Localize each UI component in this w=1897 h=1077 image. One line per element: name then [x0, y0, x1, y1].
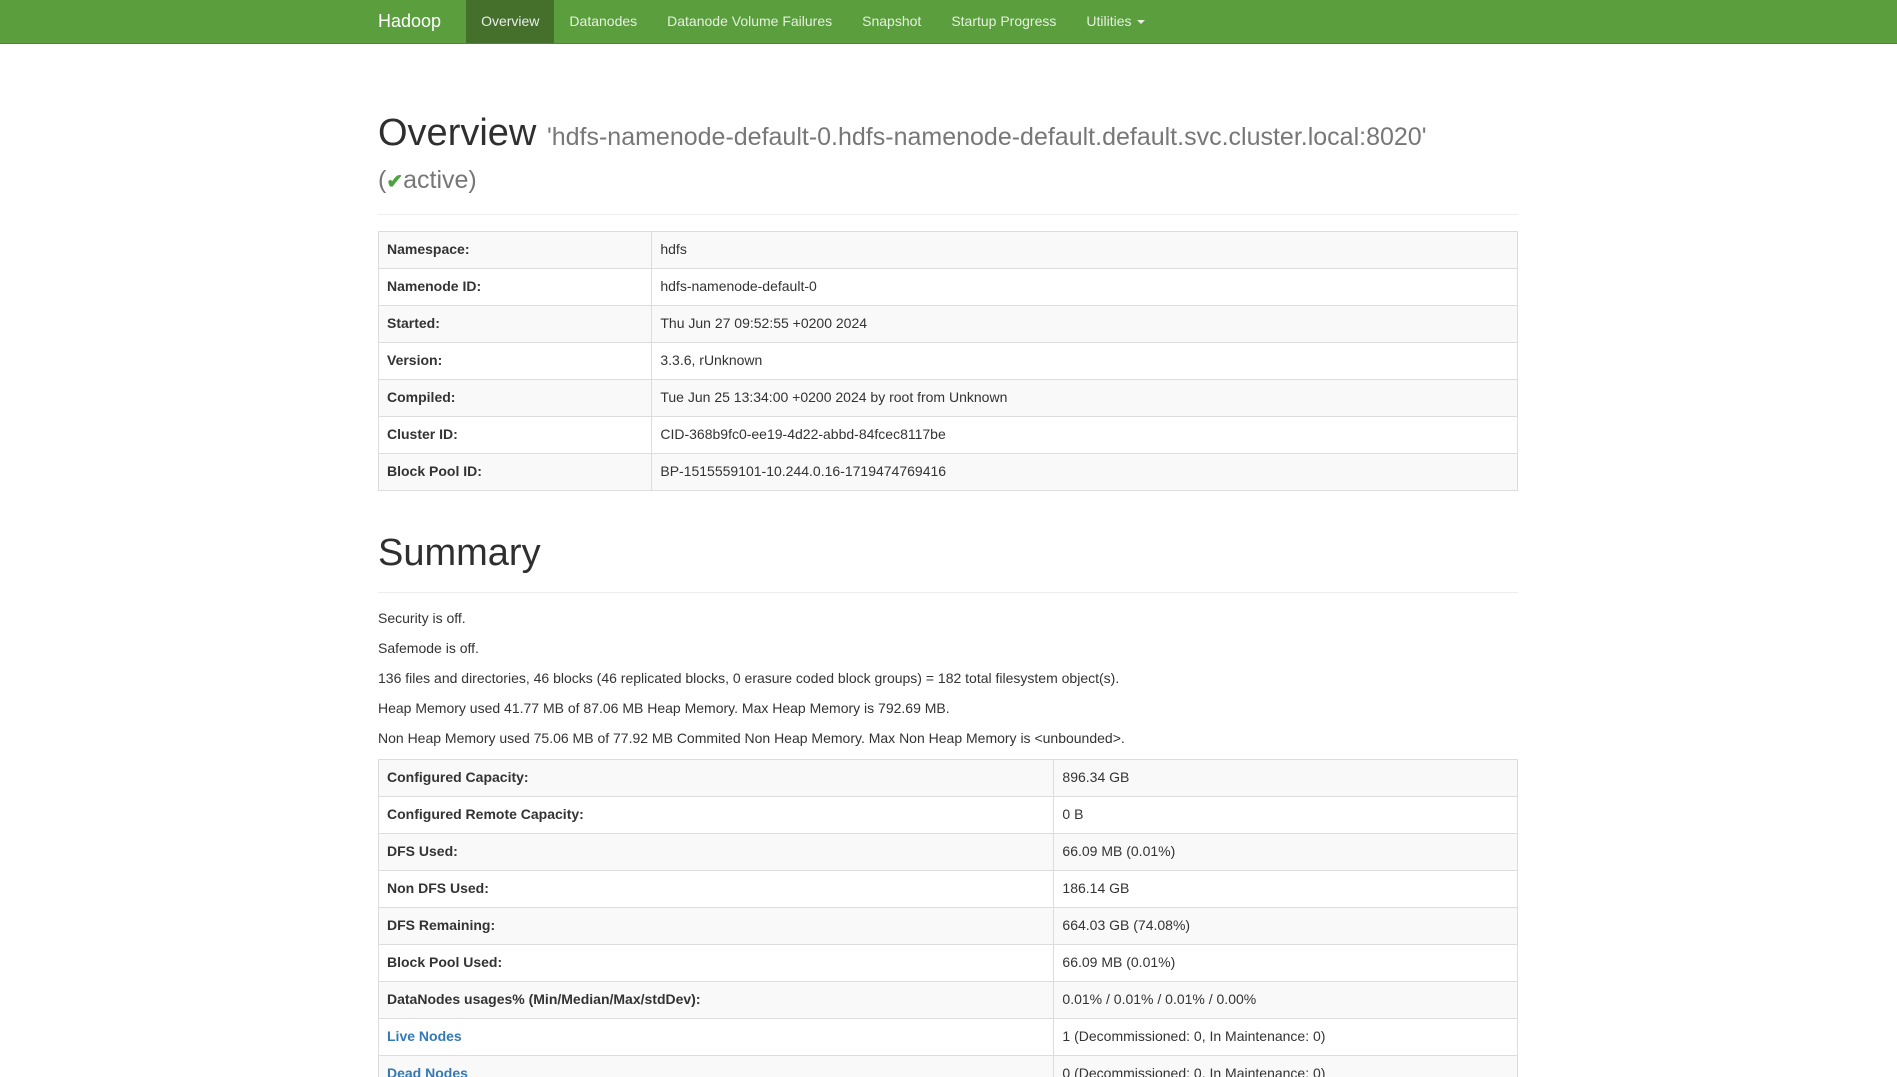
nav-item-datanodes: Datanodes [554, 0, 652, 43]
table-row: DFS Used:66.09 MB (0.01%) [379, 834, 1518, 871]
nav-link-datanodes[interactable]: Datanodes [554, 0, 652, 43]
nav-item-overview: Overview [466, 0, 554, 43]
table-row: Namenode ID:hdfs-namenode-default-0 [379, 268, 1518, 305]
paren-close: ) [468, 166, 476, 194]
row-value: Thu Jun 27 09:52:55 +0200 2024 [652, 305, 1518, 342]
row-value: 0 B [1054, 797, 1518, 834]
page-title-text: Overview [378, 112, 536, 154]
nav-item-utilities: Utilities [1071, 0, 1159, 43]
row-label: Version: [379, 342, 652, 379]
table-row: Configured Remote Capacity:0 B [379, 797, 1518, 834]
summary-paragraphs: Security is off. Safemode is off. 136 file… [378, 609, 1518, 749]
row-label: DataNodes usages% (Min/Median/Max/stdDev… [379, 982, 1054, 1019]
summary-paragraph: 136 files and directories, 46 blocks (46… [378, 669, 1518, 689]
nav-list: OverviewDatanodesDatanode Volume Failure… [466, 0, 1159, 43]
namenode-address: 'hdfs-namenode-default-0.hdfs-namenode-d… [547, 123, 1427, 151]
table-row: Started:Thu Jun 27 09:52:55 +0200 2024 [379, 305, 1518, 342]
row-label: Dead Nodes [379, 1056, 1054, 1077]
check-icon: ✔ [386, 171, 403, 193]
row-value: 66.09 MB (0.01%) [1054, 945, 1518, 982]
table-row: Block Pool ID:BP-1515559101-10.244.0.16-… [379, 453, 1518, 490]
row-label: Live Nodes [379, 1019, 1054, 1056]
row-label: Cluster ID: [379, 416, 652, 453]
row-label: Namenode ID: [379, 268, 652, 305]
nav-link-utilities[interactable]: Utilities [1071, 0, 1159, 43]
table-row: DataNodes usages% (Min/Median/Max/stdDev… [379, 982, 1518, 1019]
table-row: Dead Nodes 0 (Decommissioned: 0, In Maint… [379, 1056, 1518, 1077]
nav-link-datanode-volume-failures[interactable]: Datanode Volume Failures [652, 0, 847, 43]
navbar-container: Hadoop OverviewDatanodesDatanode Volume … [363, 0, 1533, 43]
namenode-status: (✔active) [378, 165, 1518, 196]
summary-paragraph: Non Heap Memory used 75.06 MB of 77.92 M… [378, 729, 1518, 749]
row-value: 186.14 GB [1054, 871, 1518, 908]
row-label: Compiled: [379, 379, 652, 416]
summary-header: Summary [378, 532, 1518, 594]
live-nodes-link[interactable]: Live Nodes [387, 1028, 462, 1044]
table-row: Block Pool Used:66.09 MB (0.01%) [379, 945, 1518, 982]
row-label: Block Pool Used: [379, 945, 1054, 982]
nav-item-datanode-volume-failures: Datanode Volume Failures [652, 0, 847, 43]
row-label: DFS Used: [379, 834, 1054, 871]
nav-link-startup-progress[interactable]: Startup Progress [936, 0, 1071, 43]
namenode-info-table: Namespace:hdfsNamenode ID:hdfs-namenode-… [378, 231, 1518, 491]
cluster-summary-table: Configured Capacity:896.34 GBConfigured … [378, 759, 1518, 1077]
row-value: BP-1515559101-10.244.0.16-1719474769416 [652, 453, 1518, 490]
table-row: Namespace:hdfs [379, 231, 1518, 268]
table-row: Non DFS Used:186.14 GB [379, 871, 1518, 908]
row-value: hdfs-namenode-default-0 [652, 268, 1518, 305]
row-value: 0 (Decommissioned: 0, In Maintenance: 0) [1054, 1056, 1518, 1077]
nav-link-overview[interactable]: Overview [466, 0, 554, 43]
dead-nodes-link[interactable]: Dead Nodes [387, 1065, 468, 1077]
nav-item-startup-progress: Startup Progress [936, 0, 1071, 43]
summary-paragraph: Heap Memory used 41.77 MB of 87.06 MB He… [378, 699, 1518, 719]
summary-paragraph: Security is off. [378, 609, 1518, 629]
caret-down-icon [1137, 20, 1145, 24]
row-label: DFS Remaining: [379, 908, 1054, 945]
summary-title: Summary [378, 532, 1518, 575]
table-row: Compiled:Tue Jun 25 13:34:00 +0200 2024 … [379, 379, 1518, 416]
nav-item-snapshot: Snapshot [847, 0, 936, 43]
summary-paragraph: Safemode is off. [378, 639, 1518, 659]
page-container: Overview 'hdfs-namenode-default-0.hdfs-n… [363, 112, 1533, 1077]
row-value: 66.09 MB (0.01%) [1054, 834, 1518, 871]
row-value: CID-368b9fc0-ee19-4d22-abbd-84fcec8117be [652, 416, 1518, 453]
nav-link-snapshot[interactable]: Snapshot [847, 0, 936, 43]
row-value: 3.3.6, rUnknown [652, 342, 1518, 379]
table-row: Configured Capacity:896.34 GB [379, 760, 1518, 797]
table-row: Version:3.3.6, rUnknown [379, 342, 1518, 379]
row-value: 0.01% / 0.01% / 0.01% / 0.00% [1054, 982, 1518, 1019]
brand-hadoop[interactable]: Hadoop [378, 0, 466, 43]
overview-header: Overview 'hdfs-namenode-default-0.hdfs-n… [378, 112, 1518, 215]
row-value: 1 (Decommissioned: 0, In Maintenance: 0) [1054, 1019, 1518, 1056]
row-value: Tue Jun 25 13:34:00 +0200 2024 by root f… [652, 379, 1518, 416]
table-row: DFS Remaining:664.03 GB (74.08%) [379, 908, 1518, 945]
page-title: Overview 'hdfs-namenode-default-0.hdfs-n… [378, 112, 1518, 155]
row-label: Block Pool ID: [379, 453, 652, 490]
row-label: Configured Capacity: [379, 760, 1054, 797]
table-row: Live Nodes 1 (Decommissioned: 0, In Maint… [379, 1019, 1518, 1056]
row-label: Configured Remote Capacity: [379, 797, 1054, 834]
row-label: Started: [379, 305, 652, 342]
table-row: Cluster ID:CID-368b9fc0-ee19-4d22-abbd-8… [379, 416, 1518, 453]
row-label: Namespace: [379, 231, 652, 268]
row-value: 664.03 GB (74.08%) [1054, 908, 1518, 945]
navbar: Hadoop OverviewDatanodesDatanode Volume … [0, 0, 1897, 44]
row-value: hdfs [652, 231, 1518, 268]
active-status-text: active [403, 166, 468, 194]
row-label: Non DFS Used: [379, 871, 1054, 908]
row-value: 896.34 GB [1054, 760, 1518, 797]
